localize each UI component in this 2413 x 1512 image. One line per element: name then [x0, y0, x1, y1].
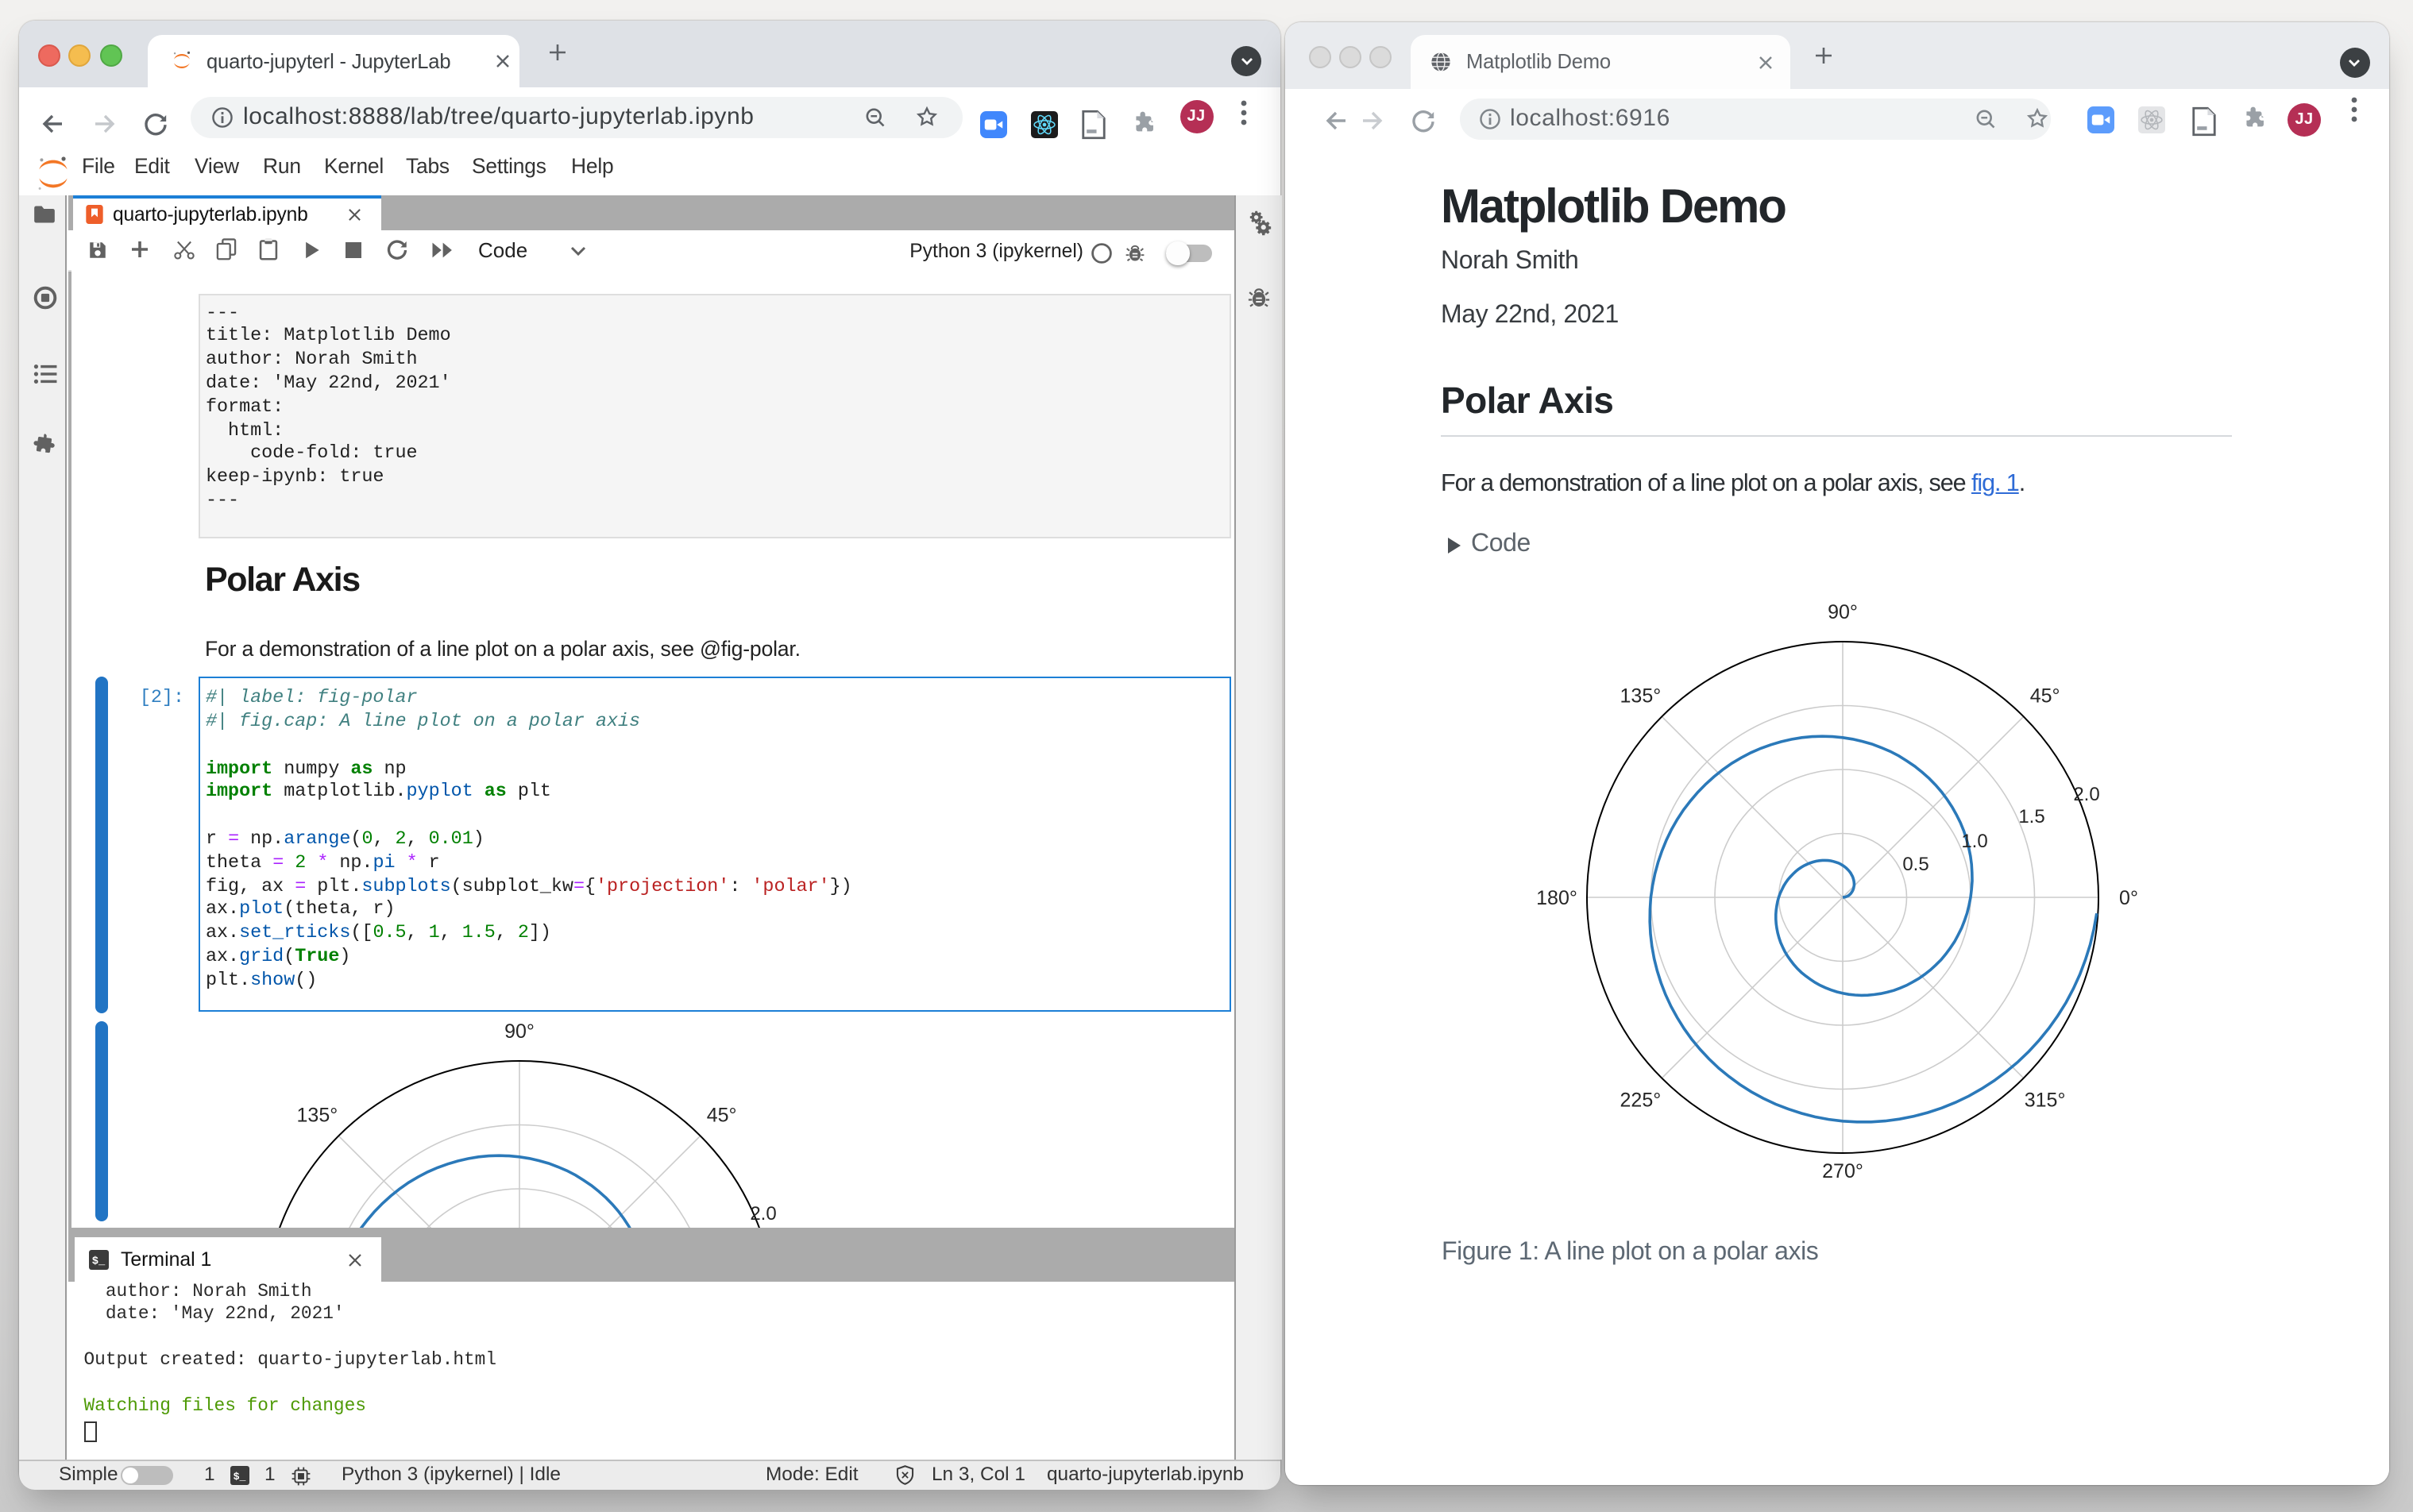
svg-text:$_: $_ [92, 1256, 106, 1268]
svg-text:$_: $_ [234, 1471, 246, 1483]
